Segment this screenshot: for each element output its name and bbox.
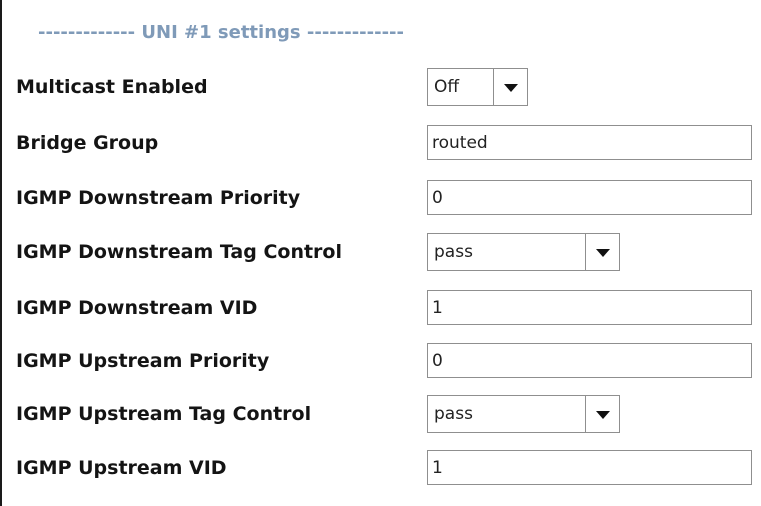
igmp-upstream-tag-control-value: pass (434, 404, 473, 424)
igmp-downstream-tag-control-label: IGMP Downstream Tag Control (16, 241, 342, 263)
igmp-downstream-vid-field[interactable] (427, 290, 752, 325)
igmp-upstream-vid-label: IGMP Upstream VID (16, 457, 227, 479)
igmp-upstream-tag-control-dropdown-button[interactable] (585, 396, 619, 432)
igmp-downstream-tag-control-dropdown-button[interactable] (585, 234, 619, 270)
igmp-downstream-priority-field[interactable] (427, 180, 752, 215)
igmp-downstream-priority-label: IGMP Downstream Priority (16, 187, 301, 209)
bridge-group-row: Bridge Group (2, 123, 761, 163)
chevron-down-icon (504, 84, 518, 92)
igmp-upstream-tag-control-label: IGMP Upstream Tag Control (16, 403, 312, 425)
igmp-upstream-priority-row: IGMP Upstream Priority (2, 341, 761, 381)
multicast-enabled-select[interactable]: Off (427, 68, 528, 106)
bridge-group-label: Bridge Group (16, 132, 159, 154)
igmp-downstream-tag-control-value: pass (434, 242, 473, 262)
section-title: ------------- UNI #1 settings ----------… (38, 22, 405, 43)
uni-settings-panel: ------------- UNI #1 settings ----------… (0, 0, 761, 506)
igmp-upstream-priority-field[interactable] (427, 343, 752, 378)
igmp-downstream-vid-label: IGMP Downstream VID (16, 297, 258, 319)
multicast-enabled-dropdown-button[interactable] (493, 69, 527, 105)
bridge-group-field[interactable] (427, 125, 752, 160)
multicast-enabled-value: Off (434, 77, 460, 97)
multicast-enabled-label: Multicast Enabled (16, 76, 208, 98)
igmp-downstream-tag-control-select[interactable]: pass (427, 233, 620, 271)
igmp-downstream-priority-row: IGMP Downstream Priority (2, 178, 761, 218)
multicast-enabled-row: Multicast Enabled Off (2, 67, 761, 107)
igmp-downstream-vid-row: IGMP Downstream VID (2, 288, 761, 328)
chevron-down-icon (596, 249, 610, 257)
chevron-down-icon (596, 411, 610, 419)
igmp-upstream-tag-control-row: IGMP Upstream Tag Control pass (2, 394, 761, 434)
igmp-downstream-tag-control-row: IGMP Downstream Tag Control pass (2, 232, 761, 272)
igmp-upstream-vid-field[interactable] (427, 450, 752, 485)
igmp-upstream-vid-row: IGMP Upstream VID (2, 448, 761, 488)
igmp-upstream-priority-label: IGMP Upstream Priority (16, 350, 270, 372)
igmp-upstream-tag-control-select[interactable]: pass (427, 395, 620, 433)
